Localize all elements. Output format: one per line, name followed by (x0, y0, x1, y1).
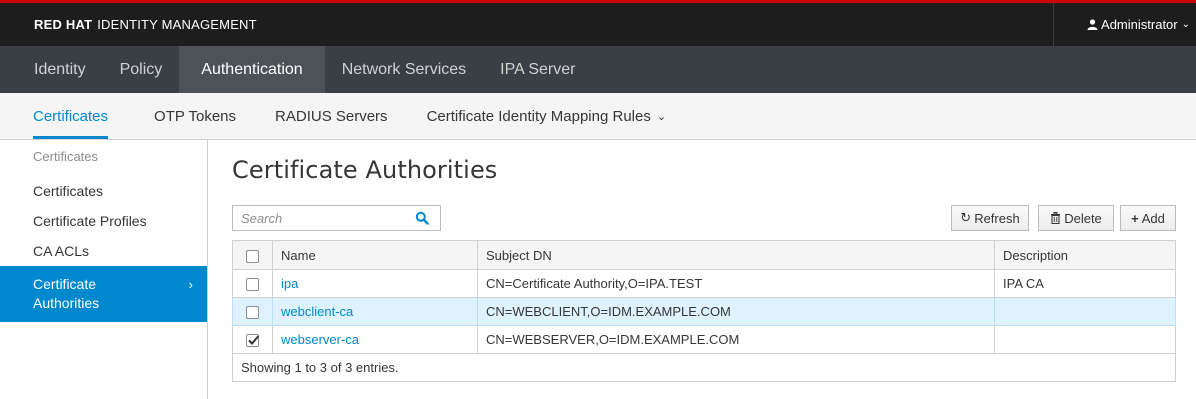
user-name: Administrator (1101, 17, 1178, 32)
chevron-right-icon: › (188, 277, 193, 292)
page-title: Certificate Authorities (232, 156, 498, 184)
certificate-authorities-table: Name Subject DN Description ipa CN=Certi… (232, 240, 1176, 382)
description-cell: IPA CA (994, 269, 1176, 298)
user-icon (1087, 19, 1098, 30)
nav-policy[interactable]: Policy (103, 46, 180, 93)
ca-name-link[interactable]: webclient-ca (281, 304, 353, 319)
sidebar-item-certificate-authorities[interactable]: Certificate Authorities › (0, 266, 207, 322)
row-checkbox[interactable] (246, 306, 259, 320)
masthead: RED HAT IDENTITY MANAGEMENT Administrato… (0, 0, 1196, 46)
delete-button[interactable]: Delete (1038, 205, 1114, 231)
ca-name-link[interactable]: ipa (281, 276, 298, 291)
name-cell: webserver-ca (272, 325, 478, 354)
nav-authentication[interactable]: Authentication (179, 46, 325, 93)
sidebar: Certificates Certificates Certificate Pr… (0, 140, 208, 399)
name-cell: webclient-ca (272, 297, 478, 326)
refresh-icon: ↻ (960, 210, 972, 225)
table-footer-status: Showing 1 to 3 of 3 entries. (232, 353, 1176, 382)
subject-dn-cell: CN=WEBCLIENT,O=IDM.EXAMPLE.COM (477, 297, 995, 326)
ca-name-link[interactable]: webserver-ca (281, 332, 359, 347)
brand-name-bold: RED HAT (34, 17, 93, 32)
tab-label: Certificate Identity Mapping Rules (426, 107, 651, 125)
tab-certificates[interactable]: Certificates (33, 93, 109, 139)
chevron-down-icon: ⌄ (656, 110, 667, 123)
tab-radius-servers[interactable]: RADIUS Servers (275, 93, 388, 139)
name-cell: ipa (272, 269, 478, 298)
table-row: webclient-ca CN=WEBCLIENT,O=IDM.EXAMPLE.… (232, 297, 1176, 326)
plus-icon: + (1131, 210, 1139, 226)
row-select-cell (232, 325, 273, 354)
column-header-name[interactable]: Name (272, 240, 478, 270)
select-all-cell (232, 240, 273, 270)
nav-ipa-server[interactable]: IPA Server (483, 46, 592, 93)
table-row: ipa CN=Certificate Authority,O=IPA.TEST … (232, 269, 1176, 298)
tab-label: RADIUS Servers (275, 107, 388, 125)
table-footer-row: Showing 1 to 3 of 3 entries. (232, 353, 1176, 382)
table-row: webserver-ca CN=WEBSERVER,O=IDM.EXAMPLE.… (232, 325, 1176, 354)
refresh-button[interactable]: ↻ Refresh (951, 205, 1029, 231)
description-cell (994, 325, 1176, 354)
nav-identity[interactable]: Identity (0, 46, 103, 93)
nav-network-services[interactable]: Network Services (325, 46, 483, 93)
primary-nav: Identity Policy Authentication Network S… (0, 46, 1196, 93)
row-checkbox-checked[interactable] (246, 334, 260, 348)
sidebar-item-certificates[interactable]: Certificates (0, 176, 207, 206)
column-header-subject-dn[interactable]: Subject DN (477, 240, 995, 270)
add-button[interactable]: + Add (1120, 205, 1176, 231)
select-all-checkbox[interactable] (246, 249, 259, 263)
tab-label: Certificates (33, 107, 109, 125)
user-menu[interactable]: Administrator ⌄ (1053, 3, 1196, 46)
secondary-nav: Certificates OTP Tokens RADIUS Servers C… (0, 93, 1196, 140)
tab-certificate-identity-mapping-rules[interactable]: Certificate Identity Mapping Rules ⌄ (427, 93, 667, 139)
search-box (232, 205, 441, 231)
chevron-down-icon: ⌄ (1181, 19, 1190, 30)
brand-name-rest: IDENTITY MANAGEMENT (97, 17, 257, 32)
sidebar-item-certificate-profiles[interactable]: Certificate Profiles (0, 206, 207, 236)
search-input[interactable] (233, 206, 413, 230)
sidebar-item-ca-acls[interactable]: CA ACLs (0, 236, 207, 266)
tab-otp-tokens[interactable]: OTP Tokens (154, 93, 236, 139)
subject-dn-cell: CN=Certificate Authority,O=IPA.TEST (477, 269, 995, 298)
sidebar-heading: Certificates (33, 149, 99, 164)
sidebar-item-label: Certificate Authorities (33, 276, 100, 311)
tab-label: OTP Tokens (154, 107, 237, 125)
trash-icon (1051, 212, 1061, 224)
row-select-cell (232, 269, 273, 298)
add-label: Add (1141, 210, 1165, 226)
brand-logo: RED HAT IDENTITY MANAGEMENT (34, 17, 257, 32)
column-header-description[interactable]: Description (994, 240, 1176, 270)
table-header-row: Name Subject DN Description (232, 240, 1176, 270)
checkmark-icon (248, 335, 260, 345)
row-checkbox[interactable] (246, 278, 259, 292)
refresh-label: Refresh (974, 210, 1020, 226)
delete-label: Delete (1064, 210, 1102, 226)
search-icon[interactable] (415, 211, 429, 225)
subject-dn-cell: CN=WEBSERVER,O=IDM.EXAMPLE.COM (477, 325, 995, 354)
row-select-cell (232, 297, 273, 326)
description-cell (994, 297, 1176, 326)
